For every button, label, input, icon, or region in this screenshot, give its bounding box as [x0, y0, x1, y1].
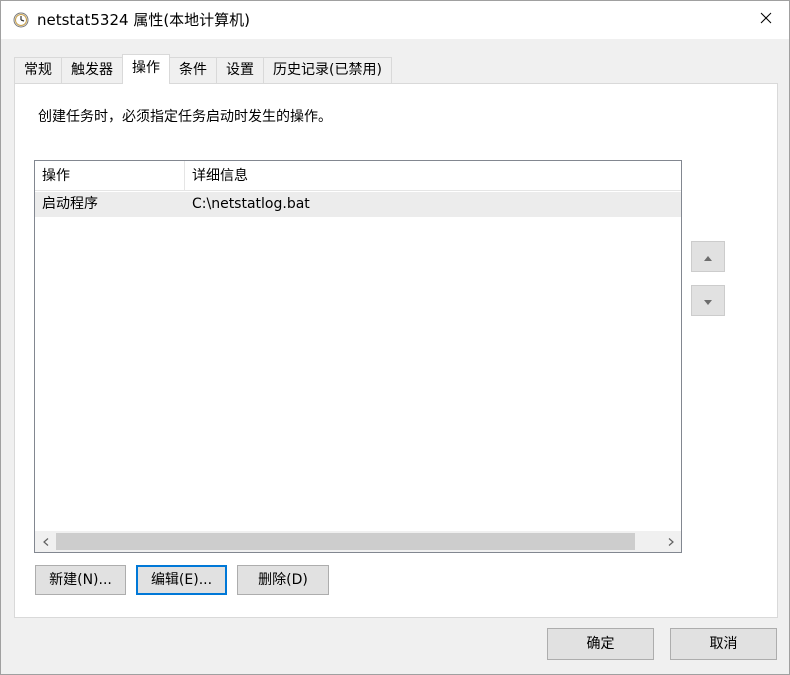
list-header: 操作 详细信息 [35, 161, 681, 191]
ok-button[interactable]: 确定 [547, 628, 654, 660]
row-details-cell: C:\netstatlog.bat [192, 196, 310, 212]
delete-action-button[interactable]: 删除(D) [237, 565, 329, 595]
tab-settings[interactable]: 设置 [216, 57, 263, 84]
table-row[interactable]: 启动程序 C:\netstatlog.bat [35, 192, 681, 217]
window-title: netstat5324 属性(本地计算机) [37, 11, 251, 29]
clock-icon [13, 12, 29, 28]
scroll-right-icon[interactable] [660, 531, 681, 552]
tab-actions[interactable]: 操作 [122, 54, 170, 84]
tab-strip: 常规 触发器 操作 条件 设置 历史记录(已禁用) [14, 54, 392, 84]
triangle-down-icon [704, 293, 712, 309]
task-properties-dialog: netstat5324 属性(本地计算机) 常规 触发器 操作 条件 设置 历史… [0, 0, 790, 675]
triangle-up-icon [704, 249, 712, 265]
instruction-text: 创建任务时，必须指定任务启动时发生的操作。 [38, 109, 332, 125]
move-up-button[interactable] [691, 241, 725, 272]
scrollbar-thumb[interactable] [56, 533, 635, 550]
column-header-details[interactable]: 详细信息 [185, 161, 681, 191]
horizontal-scrollbar[interactable] [35, 531, 681, 552]
actions-list[interactable]: 操作 详细信息 启动程序 C:\netstatlog.bat [34, 160, 682, 553]
column-header-action[interactable]: 操作 [35, 161, 185, 191]
tab-history[interactable]: 历史记录(已禁用) [263, 57, 392, 84]
close-button[interactable] [743, 1, 789, 39]
title-bar: netstat5324 属性(本地计算机) [1, 1, 789, 39]
actions-panel: 创建任务时，必须指定任务启动时发生的操作。 操作 详细信息 启动程序 C:\ne… [14, 83, 778, 618]
scroll-left-icon[interactable] [35, 531, 56, 552]
close-icon [760, 12, 772, 28]
edit-action-button[interactable]: 编辑(E)... [136, 565, 227, 595]
tab-general[interactable]: 常规 [14, 57, 61, 84]
cancel-button[interactable]: 取消 [670, 628, 777, 660]
new-action-button[interactable]: 新建(N)... [35, 565, 126, 595]
tab-conditions[interactable]: 条件 [170, 57, 216, 84]
tab-triggers[interactable]: 触发器 [61, 57, 122, 84]
row-action-cell: 启动程序 [42, 196, 98, 212]
move-down-button[interactable] [691, 285, 725, 316]
